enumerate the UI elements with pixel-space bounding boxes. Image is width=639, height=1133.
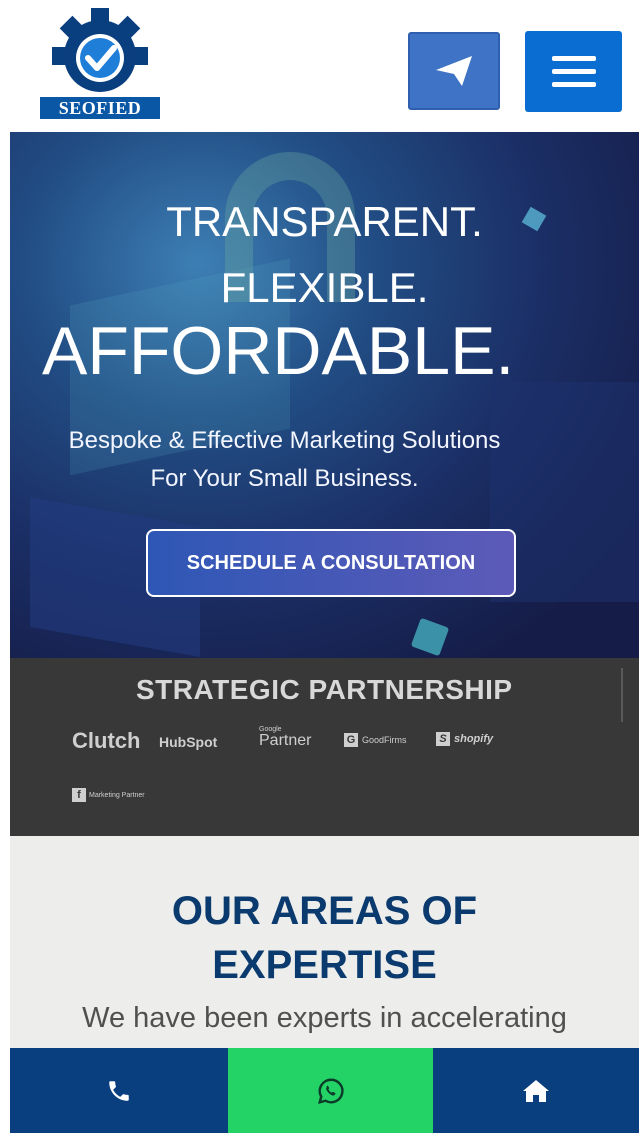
hamburger-menu-icon xyxy=(551,69,596,74)
whatsapp-button[interactable] xyxy=(228,1048,433,1133)
hero-headline-line3: AFFORDABLE. xyxy=(42,313,515,389)
site-header: SEOFIED xyxy=(0,0,639,132)
google-partner-logo: Google Partner xyxy=(259,726,312,749)
cube-decoration xyxy=(410,617,450,657)
strategic-partnership-section: STRATEGIC PARTNERSHIP Clutch HubSpot Goo… xyxy=(10,658,639,836)
facebook-icon: f xyxy=(72,788,86,802)
divider xyxy=(621,668,623,722)
whatsapp-icon xyxy=(317,1078,344,1104)
logo-wordmark: SEOFIED xyxy=(40,97,160,119)
home-icon xyxy=(523,1079,549,1102)
hero-headline-line1: TRANSPARENT. xyxy=(166,198,483,245)
goodfirms-logo: G GoodFirms xyxy=(344,733,407,747)
hero-headline-line2: FLEXIBLE. xyxy=(220,264,429,311)
facebook-label: Marketing Partner xyxy=(89,791,145,799)
goodfirms-icon: G xyxy=(344,733,358,747)
clutch-logo: Clutch xyxy=(72,728,141,753)
shopify-label: shopify xyxy=(454,733,494,745)
seofied-logo[interactable]: SEOFIED xyxy=(36,8,164,119)
call-button[interactable] xyxy=(10,1048,228,1133)
phone-icon xyxy=(109,1080,129,1101)
schedule-consultation-button[interactable]: SCHEDULE A CONSULTATION xyxy=(146,529,516,597)
contact-send-button[interactable] xyxy=(408,32,500,110)
menu-button[interactable] xyxy=(525,31,622,112)
facebook-marketing-partner-logo: f Marketing Partner xyxy=(72,788,145,802)
hubspot-logo: HubSpot xyxy=(159,734,218,750)
partnership-title: STRATEGIC PARTNERSHIP xyxy=(136,674,513,705)
expertise-title: OUR AREAS OF EXPERTISE xyxy=(10,884,639,992)
hamburger-menu-icon xyxy=(551,82,596,87)
paper-plane-icon xyxy=(436,56,472,86)
home-button[interactable] xyxy=(433,1048,639,1133)
hero-subtitle-line1: Bespoke & Effective Marketing Solutions xyxy=(68,427,501,454)
expertise-description: We have been experts in accelerating xyxy=(82,1002,567,1034)
partner-label: Partner xyxy=(259,732,312,749)
shopify-logo: S shopify xyxy=(436,732,493,746)
hero-banner: TRANSPARENT. FLEXIBLE. AFFORDABLE. Bespo… xyxy=(10,132,639,658)
hamburger-menu-icon xyxy=(551,56,596,61)
shopify-bag-icon: S xyxy=(436,732,450,746)
expertise-section: OUR AREAS OF EXPERTISE We have been expe… xyxy=(10,836,639,1048)
expertise-title-line2: EXPERTISE xyxy=(212,943,437,987)
bottom-action-bar xyxy=(10,1048,639,1133)
goodfirms-label: GoodFirms xyxy=(362,735,407,745)
expertise-title-line1: OUR AREAS OF xyxy=(171,889,478,933)
hero-subtitle-line2: For Your Small Business. xyxy=(150,465,419,492)
